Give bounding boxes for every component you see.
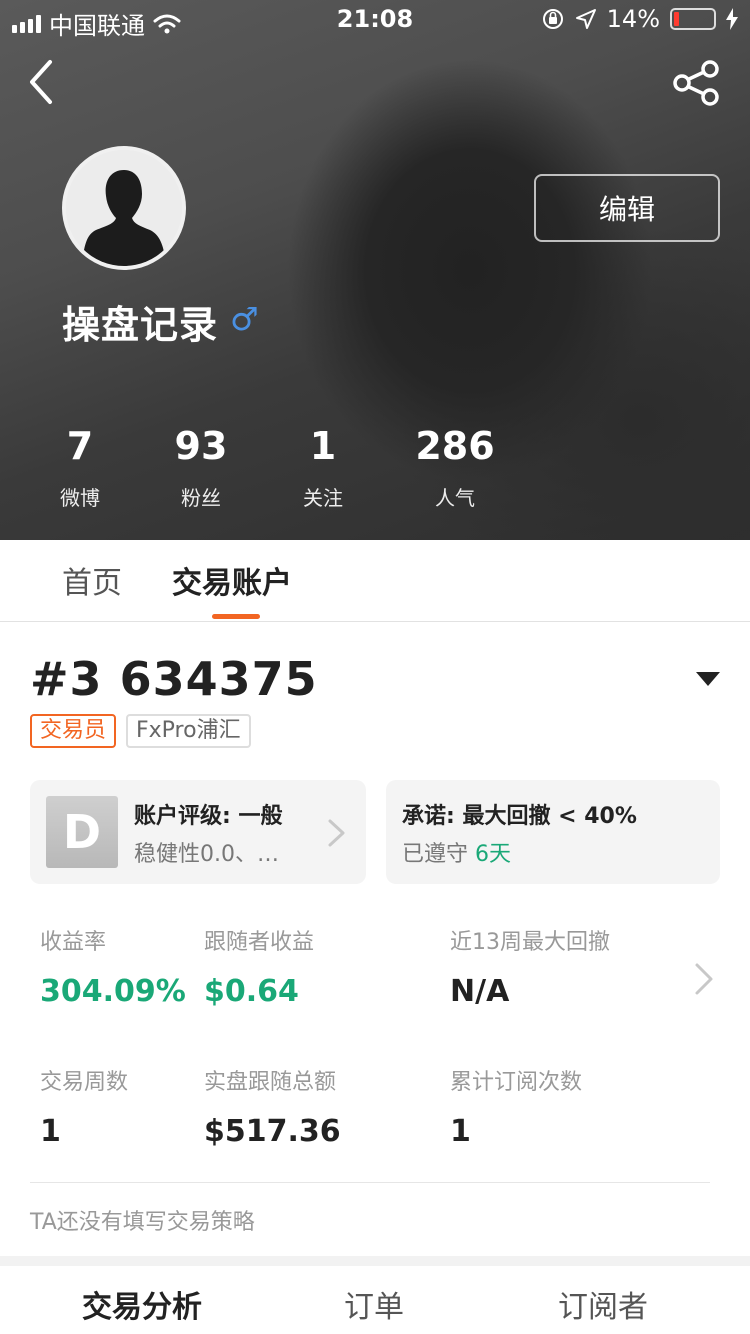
profile-header: 中国联通 21:08 14% 编辑 操盘记录 ♂ 7 微博 93 粉丝 1 关注…: [0, 0, 750, 540]
edit-profile-button[interactable]: 编辑: [534, 174, 720, 242]
metric-value-trading-weeks: 1: [40, 1114, 61, 1149]
metrics-chevron-right-icon[interactable]: [692, 962, 716, 996]
stat-value: 1: [309, 424, 337, 468]
broker-tag: FxPro浦汇: [126, 714, 251, 748]
tab-home[interactable]: 首页: [62, 558, 122, 602]
stat-label: 粉丝: [181, 486, 221, 510]
promise-kept-days: 6天: [475, 842, 512, 867]
metric-label-trading-weeks: 交易周数: [40, 1070, 129, 1095]
promise-kept-label: 已遵守: [402, 842, 469, 867]
trader-role-tag: 交易员: [30, 714, 117, 748]
promise-title: 承诺: 最大回撤 < 40%: [402, 804, 637, 829]
stat-value: 286: [415, 424, 495, 468]
user-silhouette-icon: [66, 150, 182, 266]
stat-weibo[interactable]: 7 微博: [20, 424, 140, 511]
subtab-orders[interactable]: 订单: [344, 1282, 404, 1326]
metric-label-return-rate: 收益率: [40, 930, 107, 955]
metric-value-subscription-count: 1: [450, 1114, 471, 1149]
subtab-trading-analysis[interactable]: 交易分析: [82, 1282, 202, 1326]
rating-title: 账户评级: 一般: [134, 804, 283, 829]
battery-icon: [670, 8, 716, 30]
metric-value-return-rate: 304.09%: [40, 974, 186, 1009]
stat-label: 人气: [435, 486, 475, 510]
battery-percent: 14%: [606, 5, 660, 33]
chevron-right-icon: [328, 819, 345, 847]
charging-icon: [726, 8, 738, 30]
promise-card[interactable]: 承诺: 最大回撤 < 40% 已遵守 6天: [386, 780, 720, 884]
stat-followers[interactable]: 93 粉丝: [141, 424, 261, 511]
location-icon: [575, 9, 596, 29]
orientation-lock-icon: [542, 9, 563, 29]
share-button[interactable]: [672, 60, 722, 106]
section-gap: [0, 1256, 750, 1266]
divider: [30, 1182, 710, 1183]
stat-following[interactable]: 1 关注: [263, 424, 383, 511]
stat-label: 微博: [60, 486, 100, 510]
metric-label-subscription-count: 累计订阅次数: [450, 1070, 583, 1095]
account-dropdown-caret-icon[interactable]: [696, 672, 720, 686]
account-number: #3 634375: [30, 652, 318, 706]
status-bar: 中国联通 21:08 14%: [0, 0, 750, 40]
metric-value-max-drawdown: N/A: [450, 974, 510, 1009]
metric-label-follower-profit: 跟随者收益: [204, 930, 315, 955]
metric-value-follow-total: $517.36: [204, 1114, 341, 1149]
metric-label-follow-total: 实盘跟随总额: [204, 1070, 337, 1095]
rating-grade-badge: D: [46, 796, 118, 868]
username: 操盘记录: [62, 303, 219, 347]
avatar[interactable]: [62, 146, 186, 270]
gender-male-icon: ♂: [230, 300, 259, 338]
promise-status: 已遵守 6天: [402, 836, 511, 868]
stat-popularity[interactable]: 286 人气: [395, 424, 515, 511]
chevron-left-icon: [30, 60, 52, 104]
back-button[interactable]: [22, 56, 70, 108]
active-tab-indicator: [212, 614, 260, 619]
rating-subtitle: 稳健性0.0、…: [134, 842, 279, 867]
share-icon: [673, 60, 719, 106]
metric-value-follower-profit: $0.64: [204, 974, 299, 1009]
strategy-note: TA还没有填写交易策略: [30, 1210, 255, 1235]
account-rating-card[interactable]: D 账户评级: 一般 稳健性0.0、…: [30, 780, 366, 884]
metric-label-max-drawdown: 近13周最大回撤: [450, 930, 610, 955]
subtab-subscribers[interactable]: 订阅者: [558, 1282, 648, 1326]
tab-trading-account[interactable]: 交易账户: [172, 558, 292, 602]
stat-value: 93: [174, 424, 228, 468]
stat-value: 7: [66, 424, 94, 468]
stat-label: 关注: [303, 486, 343, 510]
profile-tabs: 首页 交易账户: [0, 540, 750, 622]
